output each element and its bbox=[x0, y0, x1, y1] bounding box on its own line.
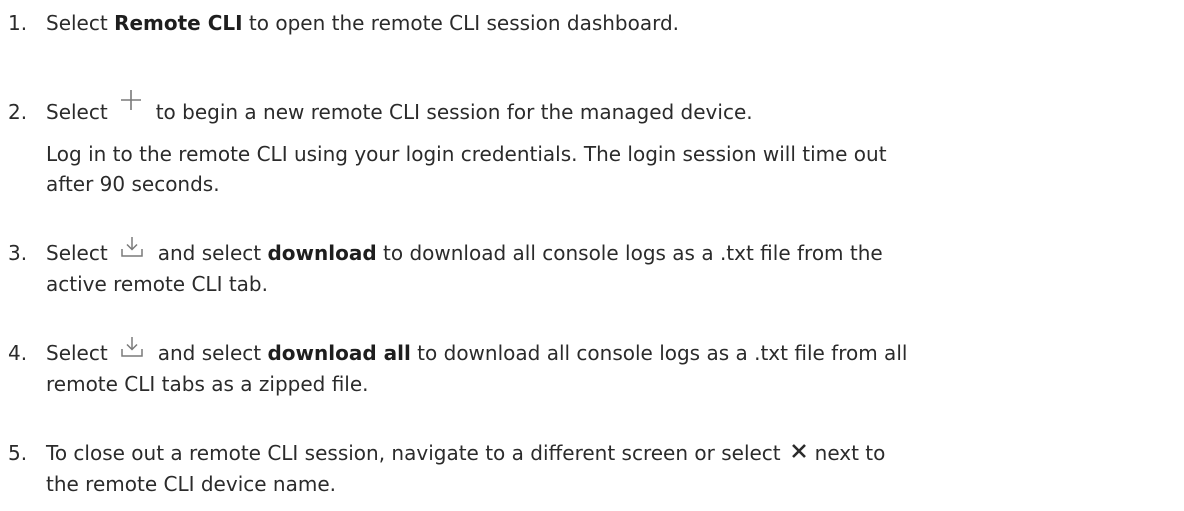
step-note: after 90 seconds. bbox=[46, 172, 220, 196]
step-text: Select and select download to download al… bbox=[46, 236, 883, 267]
step-bold-term: Remote CLI bbox=[114, 11, 243, 35]
step-text-after: to begin a new remote CLI session for th… bbox=[155, 100, 753, 124]
step-text-before: Select bbox=[46, 11, 115, 35]
step-text-before: To close out a remote CLI session, navig… bbox=[46, 441, 781, 465]
step-text-after: to open the remote CLI session dashboard… bbox=[242, 11, 680, 35]
step-number: 2. bbox=[8, 100, 28, 124]
close-icon bbox=[791, 443, 807, 459]
step-text-mid: and select bbox=[157, 241, 268, 265]
plus-icon bbox=[120, 89, 142, 111]
step-text: Select to begin a new remote CLI session … bbox=[46, 89, 753, 126]
step-bold-term: download bbox=[267, 241, 377, 265]
download-icon bbox=[120, 236, 144, 258]
step-text-after: to download all console logs as a .txt f… bbox=[376, 241, 883, 265]
step-text-continued: active remote CLI tab. bbox=[46, 272, 268, 296]
step-number: 3. bbox=[8, 241, 28, 265]
step-number: 5. bbox=[8, 441, 28, 465]
step-note: Log in to the remote CLI using your logi… bbox=[46, 142, 887, 166]
step-text-mid: and select bbox=[157, 341, 268, 365]
step-text-continued: the remote CLI device name. bbox=[46, 472, 336, 496]
step-text-before: Select bbox=[46, 341, 108, 365]
step-bold-term: download all bbox=[267, 341, 411, 365]
step-text: Select Remote CLI to open the remote CLI… bbox=[46, 9, 679, 37]
step-text: Select and select download all to downloa… bbox=[46, 336, 908, 367]
download-icon bbox=[120, 336, 144, 358]
step-number: 1. bbox=[8, 11, 28, 35]
step-text-after: to download all console logs as a .txt f… bbox=[410, 341, 908, 365]
step-text-after: next to bbox=[814, 441, 886, 465]
step-text: To close out a remote CLI session, navig… bbox=[46, 439, 885, 467]
step-text-before: Select bbox=[46, 241, 108, 265]
step-number: 4. bbox=[8, 341, 28, 365]
step-text-before: Select bbox=[46, 100, 108, 124]
step-text-continued: remote CLI tabs as a zipped file. bbox=[46, 372, 369, 396]
